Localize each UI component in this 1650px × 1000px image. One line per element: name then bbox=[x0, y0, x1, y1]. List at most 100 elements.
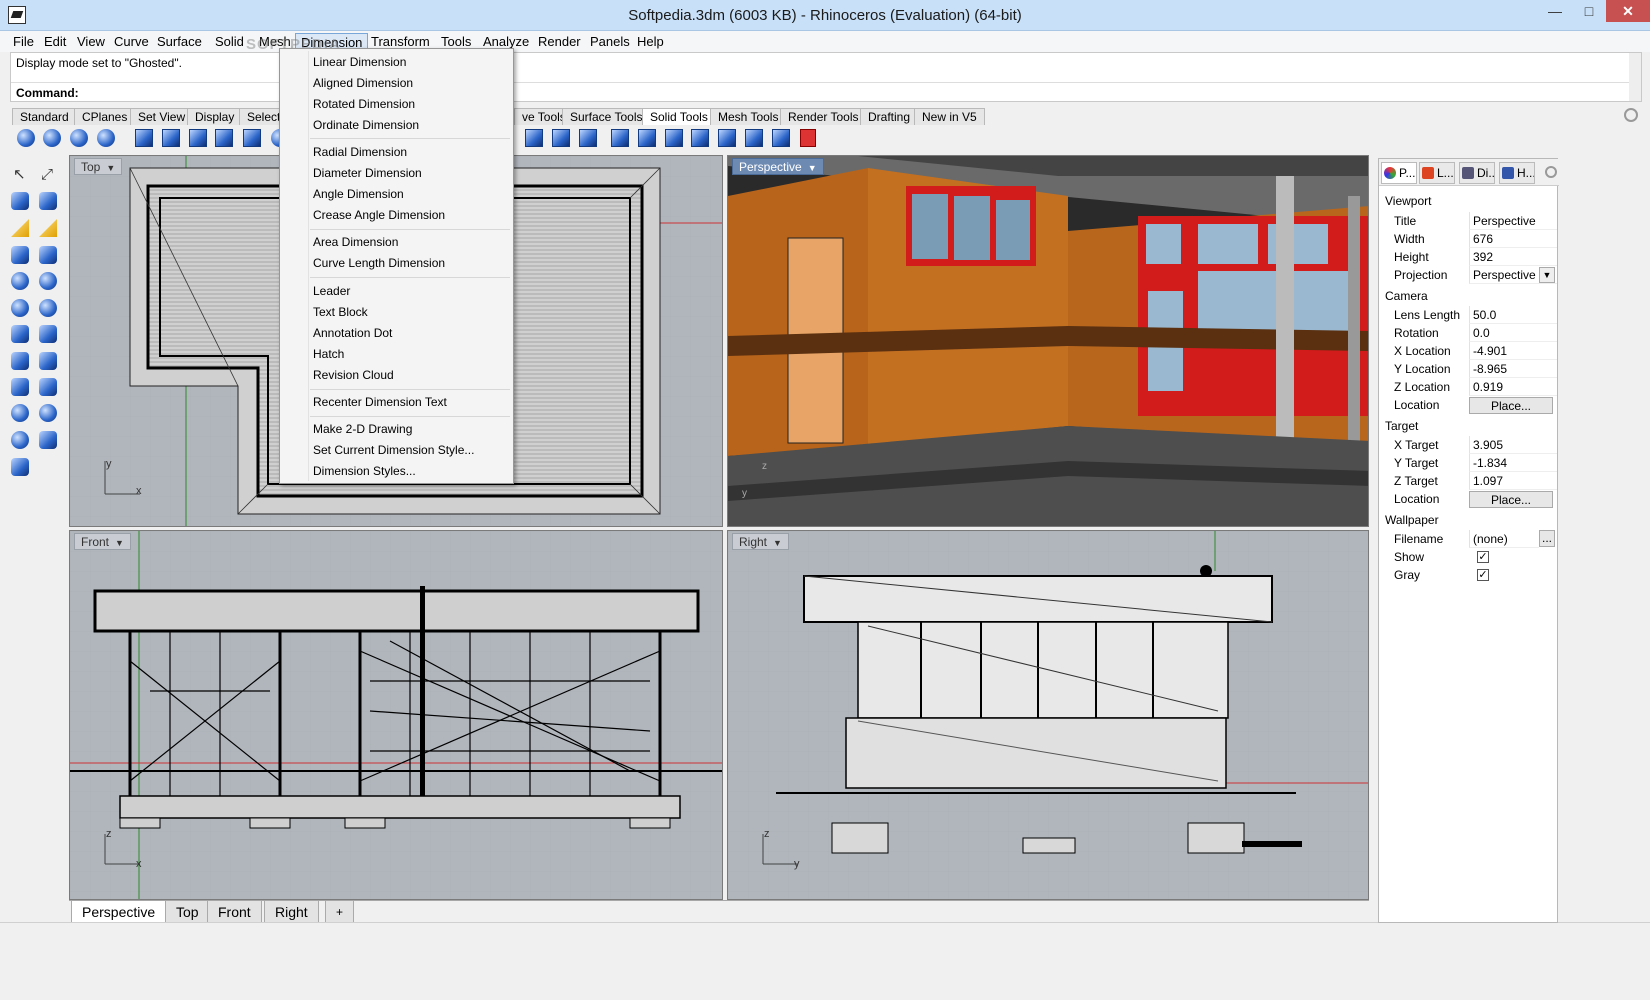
z-target-field[interactable]: 1.097 bbox=[1469, 472, 1557, 490]
viewport-right[interactable]: y z Right ▼ bbox=[727, 530, 1369, 900]
tab-surface-tools[interactable]: Surface Tools bbox=[562, 108, 651, 125]
sphere-icon[interactable] bbox=[8, 269, 32, 293]
command-prompt[interactable]: Command: bbox=[11, 82, 1641, 102]
target-place-button[interactable]: Place... bbox=[1469, 491, 1553, 508]
rotation-field[interactable]: 0.0 bbox=[1469, 324, 1557, 342]
menu-panels[interactable]: Panels bbox=[585, 33, 635, 51]
tab-standard[interactable]: Standard bbox=[12, 108, 77, 125]
tab-front[interactable]: Front bbox=[207, 901, 262, 923]
move-face-icon[interactable] bbox=[549, 126, 573, 150]
shell-icon[interactable] bbox=[212, 126, 236, 150]
menu-edit[interactable]: Edit bbox=[39, 33, 71, 51]
menu-item-diameter-dimension[interactable]: Diameter Dimension bbox=[313, 166, 422, 180]
height-field[interactable]: 392 bbox=[1469, 248, 1557, 266]
patch-icon[interactable] bbox=[8, 455, 32, 479]
browse-button[interactable]: ... bbox=[1539, 530, 1555, 547]
extrude-variant-icon[interactable] bbox=[36, 428, 60, 452]
grid-points-icon[interactable] bbox=[769, 126, 793, 150]
tab-display[interactable]: Display bbox=[187, 108, 243, 125]
move-edge-icon[interactable] bbox=[522, 126, 546, 150]
camera-place-button[interactable]: Place... bbox=[1469, 397, 1553, 414]
ellipsoid-icon[interactable] bbox=[8, 296, 32, 320]
tab-new-in-v5[interactable]: New in V5 bbox=[914, 108, 985, 125]
tab-drafting[interactable]: Drafting bbox=[860, 108, 919, 125]
boolean-intersection-icon[interactable] bbox=[67, 126, 91, 150]
truncated-pyramid-icon[interactable] bbox=[36, 349, 60, 373]
add-viewport-tab[interactable]: + bbox=[325, 901, 355, 923]
menu-solid[interactable]: Solid bbox=[210, 33, 249, 51]
select-points-icon[interactable] bbox=[742, 126, 766, 150]
select-arrow-icon[interactable]: ↖ bbox=[8, 163, 32, 187]
line-icon[interactable] bbox=[8, 189, 32, 213]
boolean-union-icon[interactable] bbox=[14, 126, 38, 150]
tube-icon[interactable] bbox=[36, 375, 60, 399]
create-solid-icon[interactable] bbox=[688, 126, 712, 150]
points-off-icon[interactable] bbox=[796, 126, 820, 150]
y-target-field[interactable]: -1.834 bbox=[1469, 454, 1557, 472]
menu-curve[interactable]: Curve bbox=[109, 33, 154, 51]
menu-item-annotation-dot[interactable]: Annotation Dot bbox=[313, 326, 392, 340]
maximize-button[interactable]: □ bbox=[1572, 0, 1606, 22]
fillet-edge-icon[interactable] bbox=[186, 126, 210, 150]
tab-help[interactable]: H... bbox=[1499, 162, 1535, 184]
split-face-icon[interactable] bbox=[576, 126, 600, 150]
menu-item-radial-dimension[interactable]: Radial Dimension bbox=[313, 145, 407, 159]
tab-set-view[interactable]: Set View bbox=[130, 108, 194, 125]
cap-planar-holes-icon[interactable] bbox=[159, 126, 183, 150]
paraboloid-icon[interactable] bbox=[36, 296, 60, 320]
tab-properties[interactable]: P... bbox=[1381, 162, 1417, 184]
cylinder-icon[interactable] bbox=[8, 375, 32, 399]
solid-points-on-icon[interactable] bbox=[715, 126, 739, 150]
viewport-label-perspective[interactable]: Perspective ▼ bbox=[732, 158, 824, 175]
minimize-button[interactable]: — bbox=[1538, 0, 1572, 22]
tab-mesh-tools[interactable]: Mesh Tools bbox=[710, 108, 787, 125]
merge-face-icon[interactable] bbox=[635, 126, 659, 150]
close-button[interactable]: ✕ bbox=[1606, 0, 1650, 22]
toolbar-gear-icon[interactable] bbox=[1624, 108, 1638, 122]
tab-layers[interactable]: L... bbox=[1419, 162, 1455, 184]
surface-tools-icon[interactable] bbox=[36, 216, 60, 240]
title-field[interactable]: Perspective bbox=[1469, 212, 1557, 230]
menu-view[interactable]: View bbox=[72, 33, 110, 51]
menu-item-ordinate-dimension[interactable]: Ordinate Dimension bbox=[313, 118, 419, 132]
tab-render-tools[interactable]: Render Tools bbox=[780, 108, 867, 125]
solid-edit-icon[interactable] bbox=[240, 126, 264, 150]
filename-field[interactable]: (none) bbox=[1469, 530, 1539, 548]
menu-item-revision-cloud[interactable]: Revision Cloud bbox=[313, 368, 394, 382]
polyline-icon[interactable] bbox=[36, 189, 60, 213]
menu-item-curve-length-dimension[interactable]: Curve Length Dimension bbox=[313, 256, 445, 270]
tab-top[interactable]: Top bbox=[165, 901, 210, 923]
extrude-face-icon[interactable] bbox=[662, 126, 686, 150]
show-checkbox[interactable]: ✓ bbox=[1477, 551, 1489, 563]
chevron-down-icon[interactable]: ▼ bbox=[1539, 267, 1555, 283]
viewport-perspective[interactable]: z y Perspective ▼ bbox=[727, 155, 1369, 527]
curve-tools-icon[interactable] bbox=[8, 216, 32, 240]
menu-file[interactable]: File bbox=[8, 33, 39, 51]
x-target-field[interactable]: 3.905 bbox=[1469, 436, 1557, 454]
tab-perspective[interactable]: Perspective bbox=[71, 901, 167, 923]
viewport-front[interactable]: x z Front ▼ bbox=[69, 530, 723, 900]
viewport-label-front[interactable]: Front ▼ bbox=[74, 533, 131, 550]
extrude-icon[interactable] bbox=[8, 428, 32, 452]
menu-surface[interactable]: Surface bbox=[152, 33, 207, 51]
menu-item-aligned-dimension[interactable]: Aligned Dimension bbox=[313, 76, 413, 90]
lens-length-field[interactable]: 50.0 bbox=[1469, 306, 1557, 324]
box-variant-icon[interactable] bbox=[36, 243, 60, 267]
menu-item-angle-dimension[interactable]: Angle Dimension bbox=[313, 187, 404, 201]
menu-item-leader[interactable]: Leader bbox=[313, 284, 350, 298]
tab-display[interactable]: Di... bbox=[1459, 162, 1495, 184]
x-location-field[interactable]: -4.901 bbox=[1469, 342, 1557, 360]
command-scrollbar[interactable] bbox=[1629, 53, 1641, 101]
gray-checkbox[interactable]: ✓ bbox=[1477, 569, 1489, 581]
menu-item-dimension-styles[interactable]: Dimension Styles... bbox=[313, 464, 416, 478]
menu-item-make-2d-drawing[interactable]: Make 2-D Drawing bbox=[313, 422, 412, 436]
y-location-field[interactable]: -8.965 bbox=[1469, 360, 1557, 378]
menu-item-crease-angle-dimension[interactable]: Crease Angle Dimension bbox=[313, 208, 445, 222]
boolean-difference-icon[interactable] bbox=[40, 126, 64, 150]
cone-icon[interactable] bbox=[8, 322, 32, 346]
width-field[interactable]: 676 bbox=[1469, 230, 1557, 248]
fold-face-icon[interactable] bbox=[608, 126, 632, 150]
tab-right[interactable]: Right bbox=[264, 901, 319, 923]
menu-item-area-dimension[interactable]: Area Dimension bbox=[313, 235, 398, 249]
box-icon[interactable] bbox=[8, 243, 32, 267]
